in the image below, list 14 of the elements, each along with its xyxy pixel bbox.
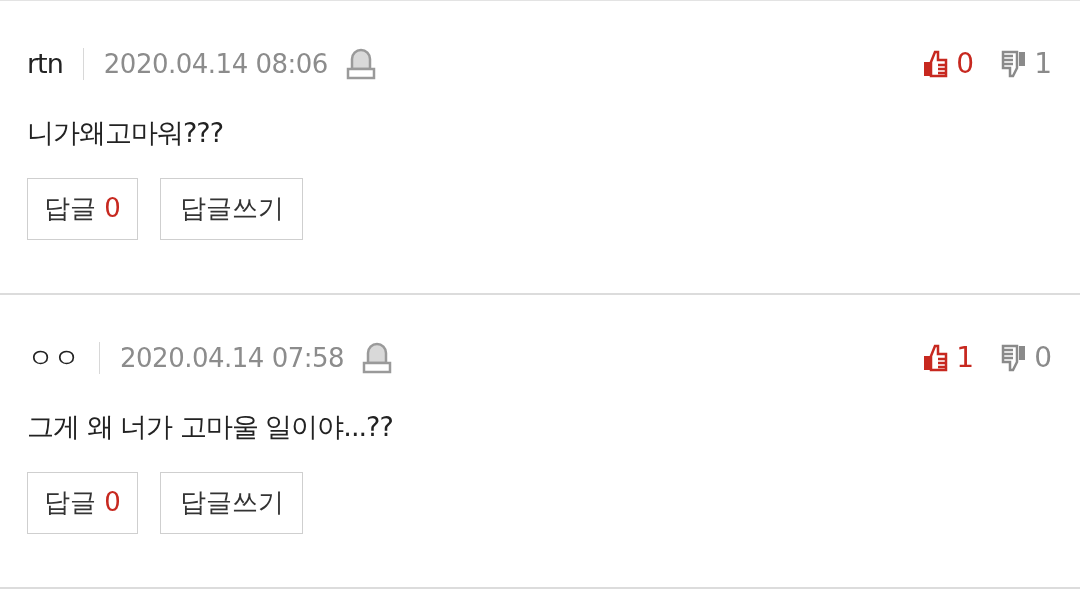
- replies-button[interactable]: 답글 0: [27, 471, 138, 534]
- write-reply-button[interactable]: 답글쓰기: [160, 177, 303, 240]
- like-button[interactable]: 1: [922, 337, 975, 379]
- author-name: ㅇㅇ: [27, 340, 79, 375]
- like-button[interactable]: 0: [922, 43, 975, 85]
- comment-time: 2020.04.14 08:06: [103, 47, 328, 81]
- comment-time: 2020.04.14 07:58: [120, 341, 345, 375]
- report-icon[interactable]: [345, 47, 376, 81]
- comment-text: 그게 왜 너가 고마울 일이야...??: [27, 410, 394, 444]
- comment-text: 니가왜고마워???: [27, 116, 224, 150]
- write-reply-button[interactable]: 답글쓰기: [160, 471, 303, 534]
- report-icon[interactable]: [362, 341, 393, 375]
- replies-button[interactable]: 답글 0: [27, 177, 138, 240]
- author-name: rtn: [27, 46, 63, 81]
